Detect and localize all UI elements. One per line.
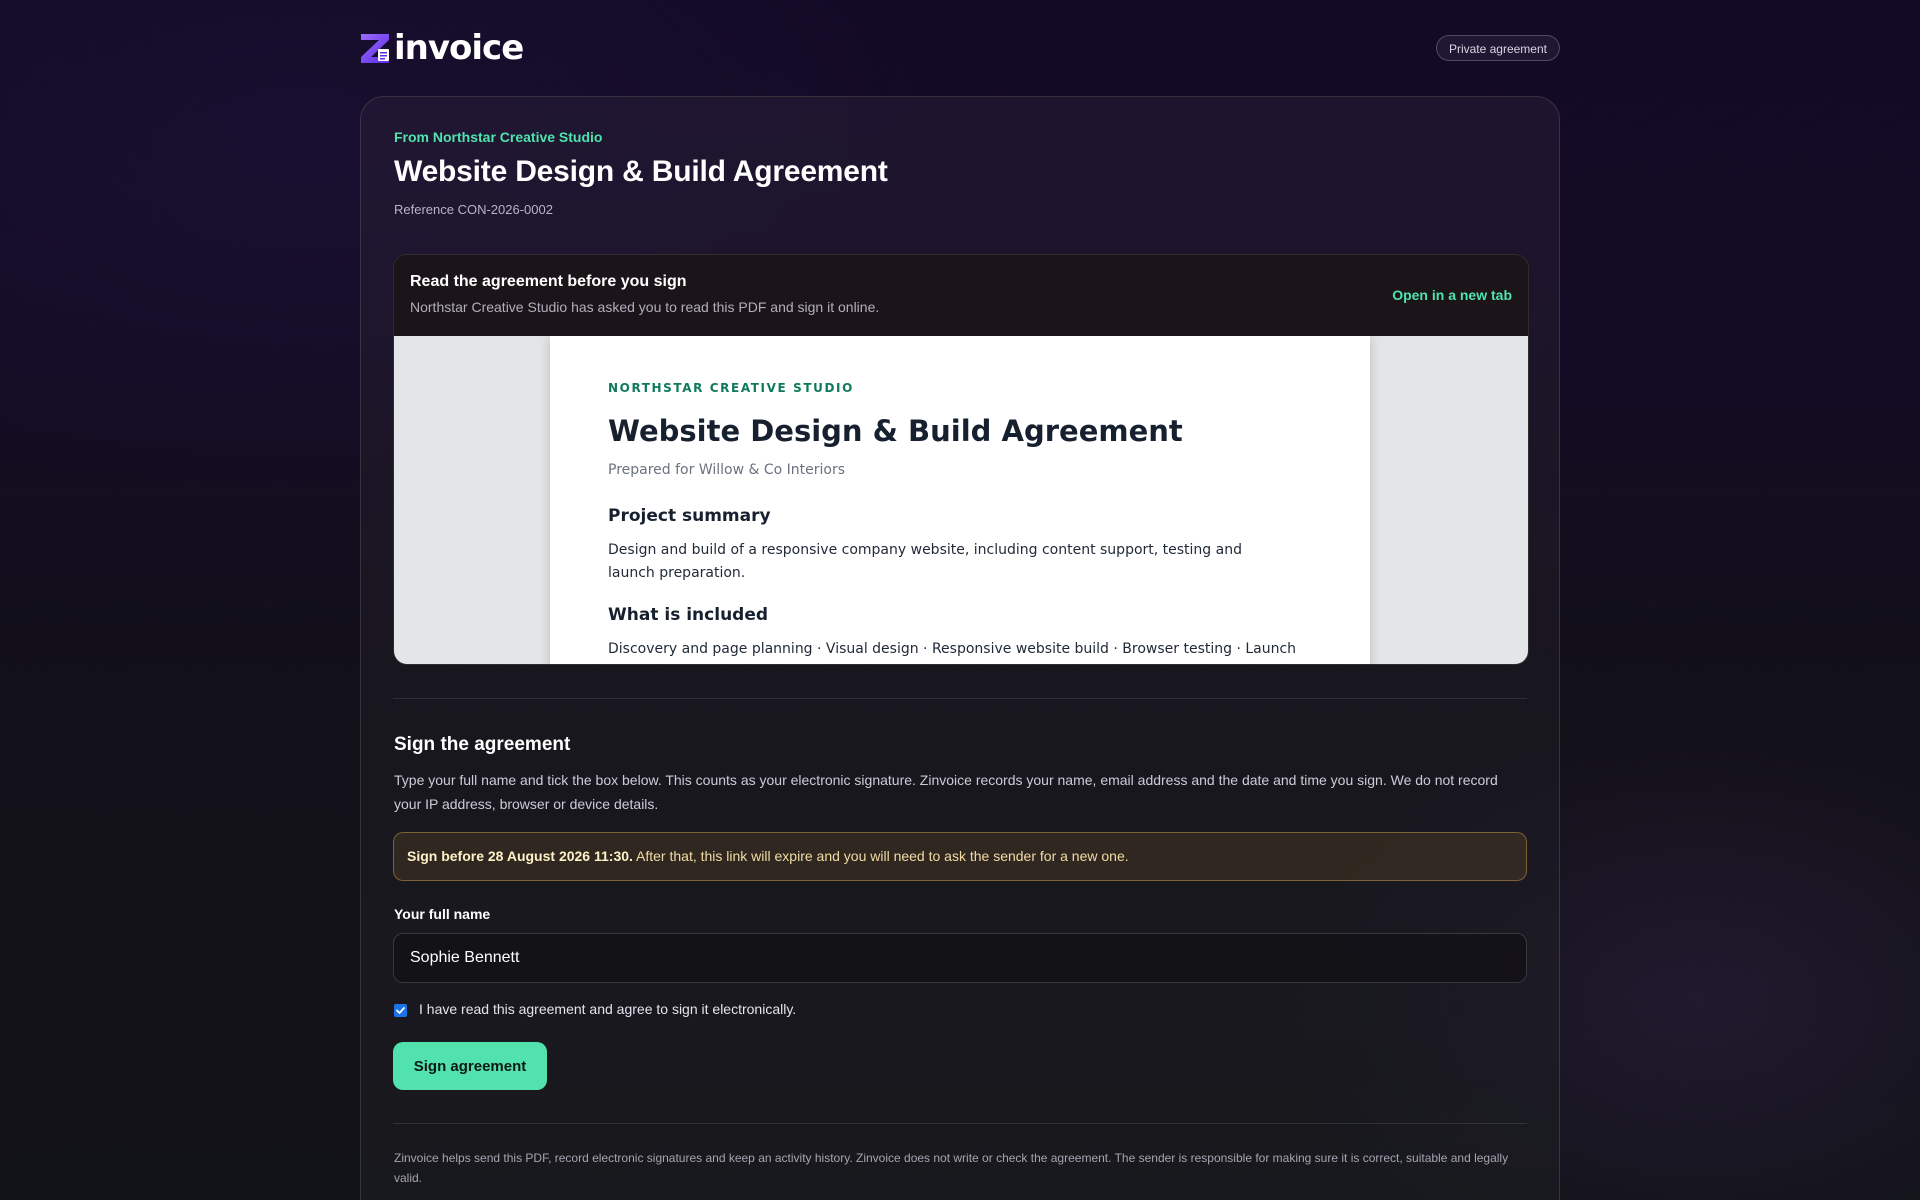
checkmark-icon	[396, 1006, 405, 1014]
pdf-viewer-title: Read the agreement before you sign	[410, 273, 687, 290]
open-new-tab-link[interactable]: Open in a new tab	[1392, 287, 1512, 303]
pdf-section-text: Design and build of a responsive company…	[608, 542, 1242, 581]
pdf-section-heading: What is included	[608, 605, 769, 625]
pdf-viewer-subtitle: Northstar Creative Studio has asked you …	[410, 299, 880, 315]
pdf-prepared-for: Prepared for Willow & Co Interiors	[608, 462, 846, 478]
logo[interactable]: invoice	[360, 28, 524, 68]
agreement-card: From Northstar Creative Studio Website D…	[360, 96, 1560, 1200]
logo-text: invoice	[394, 28, 524, 68]
full-name-input[interactable]	[393, 933, 1527, 983]
deadline-text: After that, this link will expire and yo…	[632, 848, 1129, 864]
sign-section-title: Sign the agreement	[394, 734, 571, 755]
pdf-title: Website Design & Build Agreement	[608, 414, 1183, 448]
full-name-label: Your full name	[394, 906, 491, 922]
sign-agreement-button[interactable]: Sign agreement	[393, 1042, 547, 1090]
divider	[393, 1123, 1527, 1124]
private-agreement-badge: Private agreement	[1435, 35, 1560, 61]
divider	[393, 698, 1527, 699]
pdf-section-heading: Project summary	[608, 506, 771, 526]
agree-checkbox[interactable]	[394, 1003, 407, 1017]
page-title: Website Design & Build Agreement	[394, 155, 888, 188]
footer-disclaimer: Zinvoice helps send this PDF, record ele…	[394, 1151, 1509, 1185]
deadline-date: Sign before 28 August 2026 11:30.	[407, 848, 633, 864]
pdf-scroll-area[interactable]: NORTHSTAR CREATIVE STUDIO Website Design…	[394, 336, 1528, 664]
sender-label: From Northstar Creative Studio	[394, 129, 603, 145]
pdf-viewer: Read the agreement before you sign North…	[393, 254, 1529, 665]
top-bar: invoice Private agreement	[360, 28, 1560, 68]
pdf-page: NORTHSTAR CREATIVE STUDIO Website Design…	[550, 336, 1370, 664]
sign-description: Type your full name and tick the box bel…	[394, 772, 1498, 812]
pdf-company-name: NORTHSTAR CREATIVE STUDIO	[608, 381, 854, 395]
reference-number: Reference CON-2026-0002	[394, 202, 553, 217]
agree-checkbox-row[interactable]: I have read this agreement and agree to …	[394, 1001, 796, 1017]
zinvoice-logo-icon	[360, 32, 392, 64]
deadline-notice: Sign before 28 August 2026 11:30. After …	[393, 832, 1527, 881]
pdf-section-text: Discovery and page planning · Visual des…	[608, 641, 1297, 657]
pdf-viewer-header: Read the agreement before you sign North…	[394, 255, 1528, 336]
agree-label: I have read this agreement and agree to …	[419, 1001, 797, 1017]
